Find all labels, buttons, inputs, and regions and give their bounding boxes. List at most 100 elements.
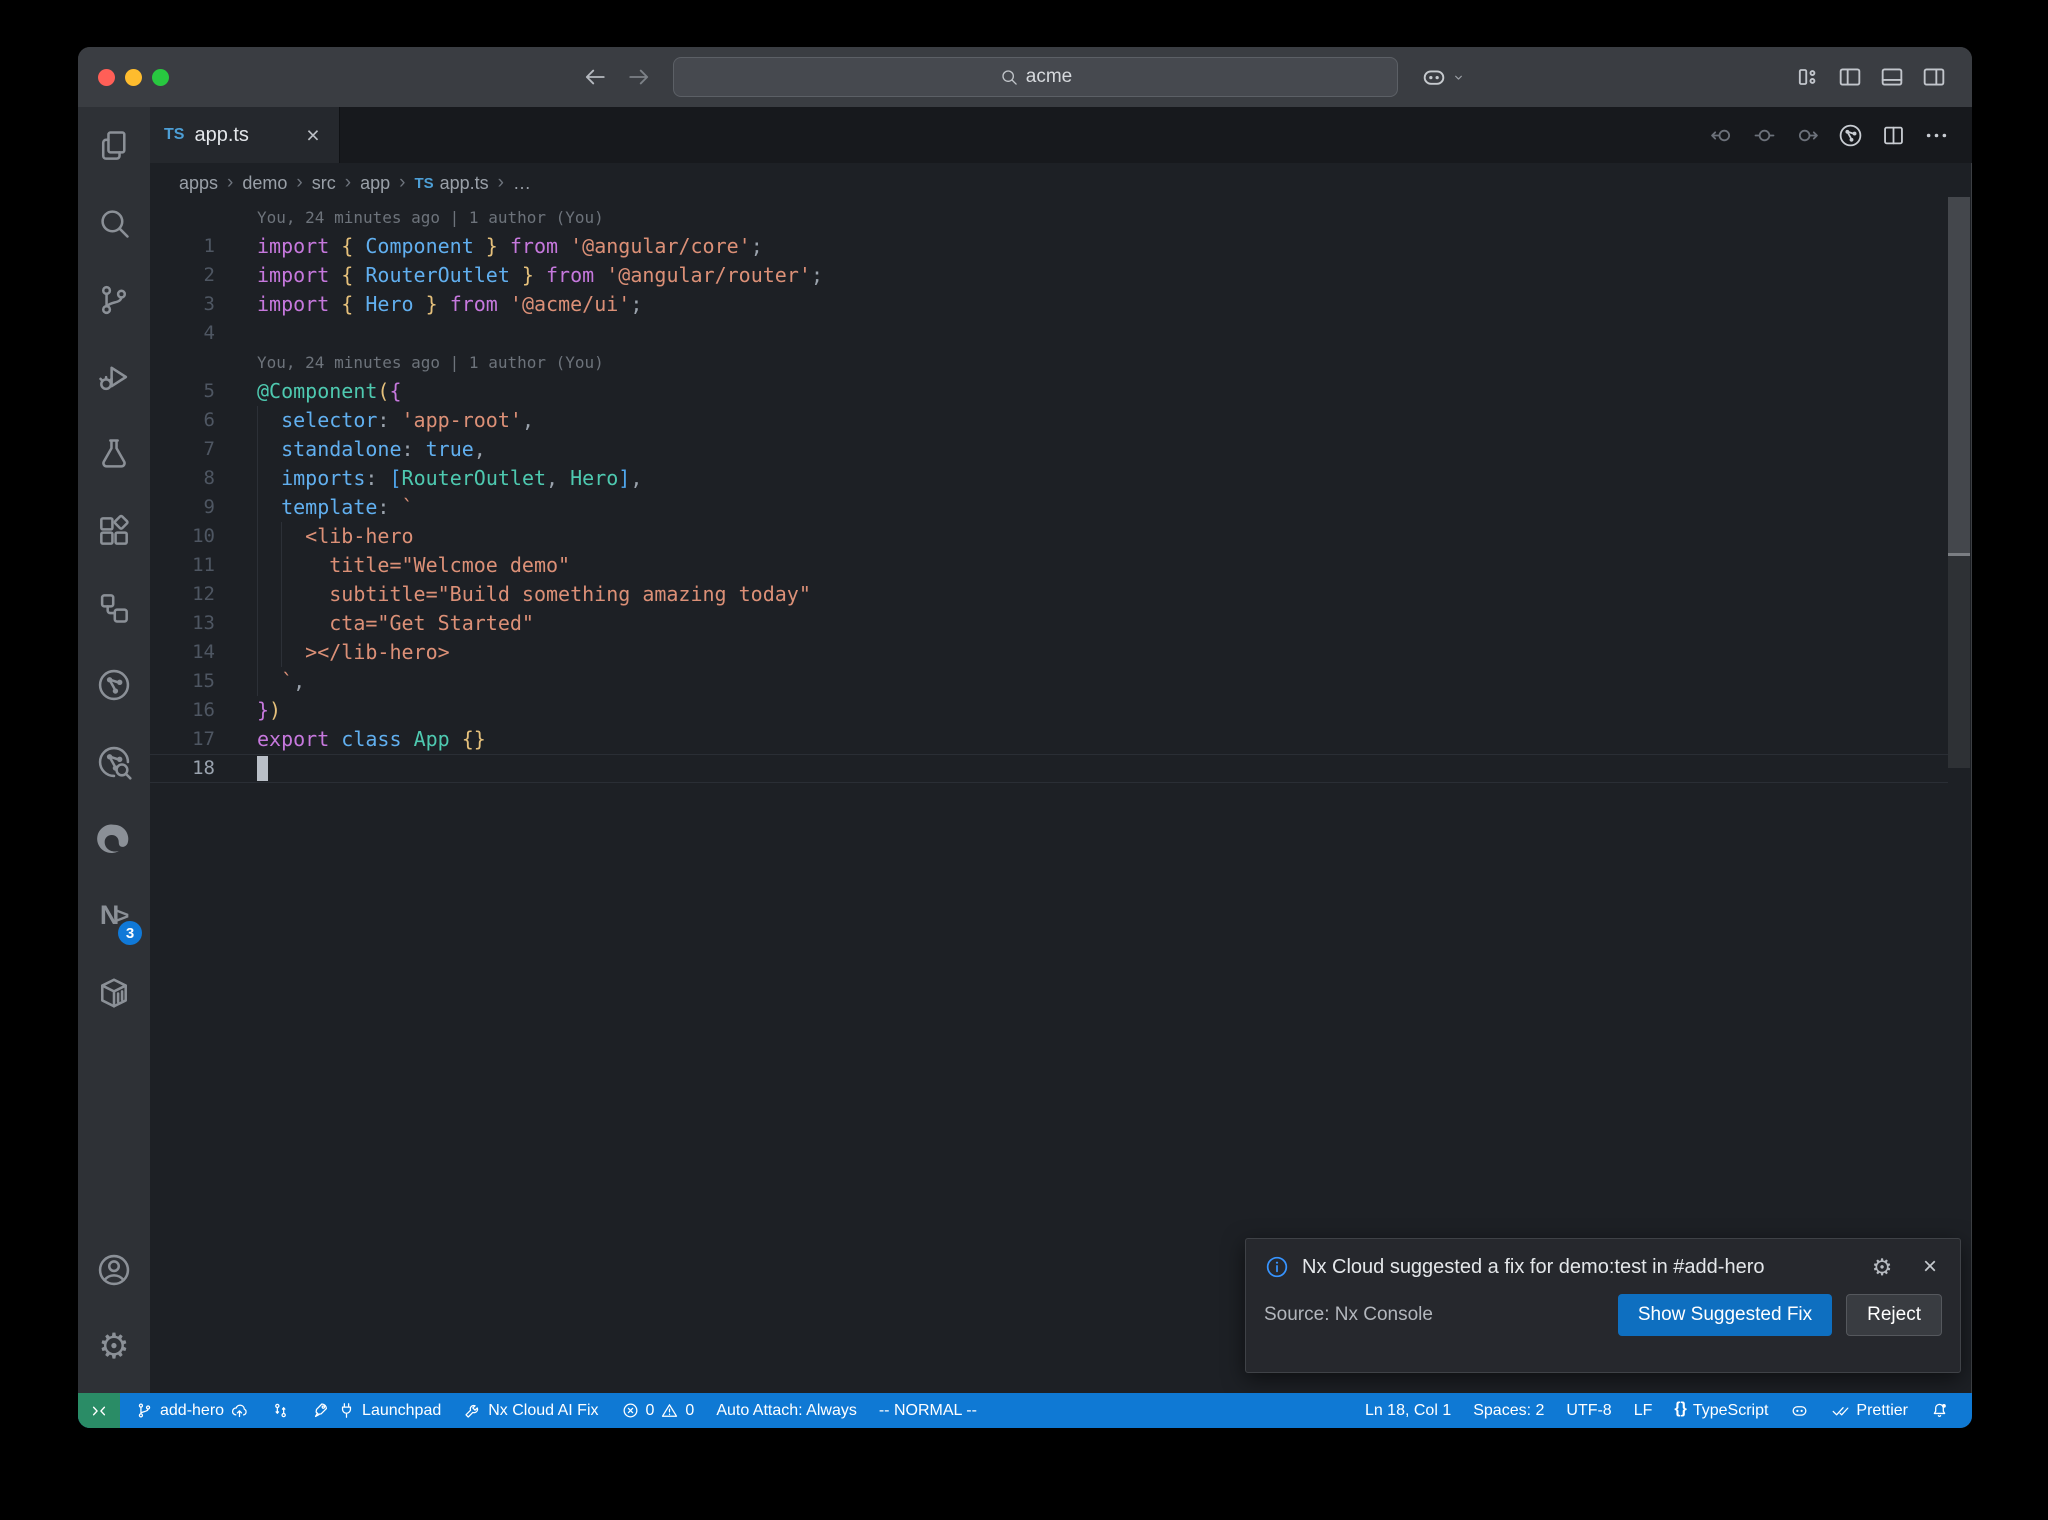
code-line-1[interactable]: 1 import { Component } from '@angular/cor…	[150, 232, 1948, 261]
code-line-17[interactable]: 17 export class App {}	[150, 725, 1948, 754]
code-line-4[interactable]: 4	[150, 319, 1948, 348]
activity-item-search[interactable]	[78, 184, 150, 261]
line-number[interactable]: 10	[150, 522, 215, 551]
breadcrumb-item[interactable]: …	[513, 173, 531, 194]
activity-item-edge-tools[interactable]	[78, 800, 150, 877]
activity-item-project-structure[interactable]	[78, 569, 150, 646]
activity-item-accounts[interactable]	[78, 1231, 150, 1308]
line-number[interactable]: 7	[150, 435, 215, 464]
code-line-15[interactable]: 15 `,	[150, 667, 1948, 696]
history-back-button[interactable]	[581, 63, 609, 91]
close-tab-button[interactable]: ×	[301, 123, 325, 147]
activity-item-testing[interactable]	[78, 415, 150, 492]
scrollbar-thumb[interactable]	[1948, 197, 1970, 553]
scrollbar-track-lower[interactable]	[1948, 556, 1970, 768]
activity-item-nx-graph-search[interactable]	[78, 723, 150, 800]
language-mode[interactable]: {} TypeScript	[1663, 1393, 1779, 1428]
code-line-10[interactable]: 10 <lib-hero	[150, 522, 1948, 551]
line-number[interactable]: 3	[150, 290, 215, 319]
toggle-secondary-sidebar-icon[interactable]	[1920, 63, 1948, 91]
formatter-prettier[interactable]: Prettier	[1820, 1393, 1919, 1428]
nav-current-button[interactable]	[1751, 122, 1778, 149]
zoom-window-button[interactable]	[152, 69, 169, 86]
launchpad[interactable]: Launchpad	[301, 1393, 452, 1428]
code-line-14[interactable]: 14 ></lib-hero>	[150, 638, 1948, 667]
nav-back-button[interactable]	[1708, 122, 1735, 149]
line-number[interactable]: 1	[150, 232, 215, 261]
line-number[interactable]: 17	[150, 725, 215, 754]
line-number[interactable]: 6	[150, 406, 215, 435]
code-line-9[interactable]: 9 template: `	[150, 493, 1948, 522]
cursor-position[interactable]: Ln 18, Col 1	[1354, 1393, 1462, 1428]
code-line-13[interactable]: 13 cta="Get Started"	[150, 609, 1948, 638]
code-line-5[interactable]: 5 @Component({	[150, 377, 1948, 406]
line-number[interactable]: 9	[150, 493, 215, 522]
line-number[interactable]: 2	[150, 261, 215, 290]
toggle-panel-icon[interactable]	[1878, 63, 1906, 91]
breadcrumb-item[interactable]: src	[312, 173, 336, 194]
minimize-window-button[interactable]	[125, 69, 142, 86]
gitlens-compare[interactable]	[260, 1393, 301, 1428]
line-number[interactable]: 12	[150, 580, 215, 609]
reject-button[interactable]: Reject	[1846, 1294, 1942, 1336]
line-number[interactable]: 16	[150, 696, 215, 725]
code-line-7[interactable]: 7 standalone: true,	[150, 435, 1948, 464]
code-line-12[interactable]: 12 subtitle="Build something amazing tod…	[150, 580, 1948, 609]
search-icon	[95, 204, 133, 242]
more-actions-button[interactable]	[1923, 122, 1950, 149]
code-line-11[interactable]: 11 title="Welcmoe demo"	[150, 551, 1948, 580]
activity-item-nx-console[interactable]: N >3	[78, 877, 150, 954]
code-line-8[interactable]: 8 imports: [RouterOutlet, Hero],	[150, 464, 1948, 493]
breadcrumb-item[interactable]: demo	[242, 173, 287, 194]
split-editor-button[interactable]	[1880, 122, 1907, 149]
code-line-2[interactable]: 2 import { RouterOutlet } from '@angular/…	[150, 261, 1948, 290]
indentation[interactable]: Spaces: 2	[1462, 1393, 1555, 1428]
copilot-menu[interactable]	[1420, 63, 1467, 91]
line-number[interactable]: 5	[150, 377, 215, 406]
line-number[interactable]: 14	[150, 638, 215, 667]
copilot-status[interactable]	[1779, 1393, 1820, 1428]
line-number[interactable]: 13	[150, 609, 215, 638]
notification-settings-button[interactable]: ⚙	[1870, 1255, 1894, 1279]
eol-selector[interactable]: LF	[1623, 1393, 1664, 1428]
auto-attach[interactable]: Auto Attach: Always	[705, 1393, 868, 1428]
activity-item-containers[interactable]	[78, 954, 150, 1031]
nx-graph-action-button[interactable]	[1837, 122, 1864, 149]
breadcrumb-item[interactable]: TS app.ts	[414, 173, 488, 194]
editor-pane[interactable]: You, 24 minutes ago | 1 author (You) 1 imp…	[150, 203, 1948, 1393]
history-forward-button[interactable]	[625, 63, 653, 91]
activity-item-nx-graph[interactable]	[78, 646, 150, 723]
show-suggested-fix-button[interactable]: Show Suggested Fix	[1617, 1294, 1833, 1336]
activity-item-explorer[interactable]	[78, 107, 150, 184]
layout-customize-icon[interactable]	[1794, 63, 1822, 91]
breadcrumb-item[interactable]: apps	[179, 173, 218, 194]
code-line-16[interactable]: 16})	[150, 696, 1948, 725]
notification-source: Source: Nx Console	[1264, 1304, 1433, 1325]
close-window-button[interactable]	[98, 69, 115, 86]
code-line-3[interactable]: 3 import { Hero } from '@acme/ui';	[150, 290, 1948, 319]
notifications-bell[interactable]	[1919, 1393, 1960, 1428]
activity-item-settings[interactable]: ⚙	[78, 1308, 150, 1385]
line-number[interactable]: 18	[150, 754, 215, 783]
encoding[interactable]: UTF-8	[1555, 1393, 1622, 1428]
close-notification-button[interactable]: ×	[1918, 1255, 1942, 1279]
activity-item-source-control[interactable]	[78, 261, 150, 338]
nav-forward-button[interactable]	[1794, 122, 1821, 149]
vim-mode[interactable]: -- NORMAL --	[868, 1393, 988, 1428]
remote-indicator[interactable]	[78, 1393, 120, 1428]
activity-item-extensions[interactable]	[78, 492, 150, 569]
problems[interactable]: 00	[610, 1393, 706, 1428]
tab-app-ts[interactable]: TS app.ts ×	[150, 107, 340, 163]
line-number[interactable]: 11	[150, 551, 215, 580]
command-center-search[interactable]: acme	[673, 57, 1398, 97]
git-branch-status[interactable]: add-hero	[124, 1393, 260, 1428]
activity-item-run-and-debug[interactable]	[78, 338, 150, 415]
code-line-6[interactable]: 6 selector: 'app-root',	[150, 406, 1948, 435]
nx-cloud-ai-fix[interactable]: Nx Cloud AI Fix	[452, 1393, 609, 1428]
breadcrumb-item[interactable]: app	[360, 173, 390, 194]
toggle-primary-sidebar-icon[interactable]	[1836, 63, 1864, 91]
line-number[interactable]: 15	[150, 667, 215, 696]
line-number[interactable]: 8	[150, 464, 215, 493]
code-line-18[interactable]: 18	[150, 754, 1948, 783]
line-number[interactable]: 4	[150, 319, 215, 348]
